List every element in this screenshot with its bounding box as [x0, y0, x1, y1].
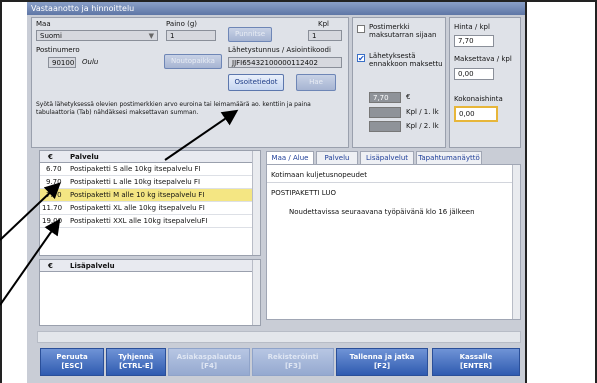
arrow-to-service-list	[0, 218, 61, 306]
annotation-arrows	[0, 109, 239, 306]
arrow-to-selected-row	[0, 182, 61, 241]
arrow-to-address-button	[164, 109, 239, 161]
